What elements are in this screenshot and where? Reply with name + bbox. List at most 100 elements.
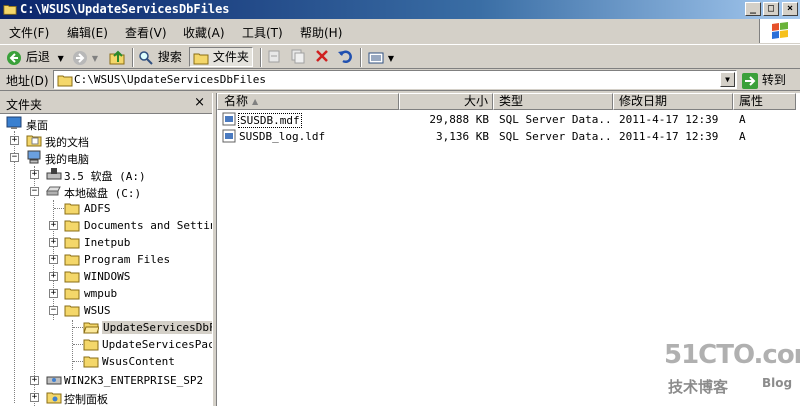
expand-plus-icon[interactable]: + [49, 221, 58, 230]
tree-item-control-panel[interactable]: + 控制面板 [0, 389, 212, 406]
folders-button[interactable]: 文件夹 [189, 47, 253, 67]
folder-icon [64, 237, 80, 249]
expand-plus-icon[interactable]: + [30, 170, 39, 179]
tree-item-inetpub[interactable]: + Inetpub [0, 234, 212, 251]
back-button[interactable]: 后退 ▼ [6, 48, 64, 66]
folder-tree: 桌面 + 我的文档 − 我的电脑 + 3.5 软盘 (A:) − 本地磁盘 (C… [0, 113, 212, 406]
copy-to-button[interactable] [290, 48, 306, 66]
column-header-name[interactable]: 名称 ▲ [217, 93, 399, 110]
tree-item-my-documents[interactable]: + 我的文档 [0, 132, 212, 149]
menu-file[interactable]: 文件(F) [9, 24, 49, 41]
tree-item-floppy[interactable]: + 3.5 软盘 (A:) [0, 166, 212, 183]
expand-plus-icon[interactable]: + [49, 289, 58, 298]
column-header-attributes[interactable]: 属性 [733, 93, 796, 110]
cd-drive-icon [46, 376, 62, 385]
back-dropdown-icon[interactable]: ▼ [58, 54, 64, 63]
go-button[interactable]: 转到 [742, 71, 786, 89]
my-documents-icon [26, 135, 42, 147]
tree-item-wmpub[interactable]: + wmpub [0, 285, 212, 302]
tree-label: 桌面 [26, 119, 48, 132]
delete-x-icon [316, 50, 328, 62]
file-name: SUSDB_log.ldf [239, 130, 326, 143]
move-to-button[interactable] [266, 48, 282, 66]
tree-label: 本地磁盘 (C:) [64, 187, 142, 200]
toolbar-separator [260, 48, 262, 67]
folder-icon [83, 339, 99, 351]
column-header-modified[interactable]: 修改日期 [613, 93, 733, 110]
undo-icon [338, 50, 352, 63]
menu-view[interactable]: 查看(V) [125, 24, 167, 41]
column-header-type[interactable]: 类型 [493, 93, 613, 110]
views-button[interactable]: ▼ [368, 48, 394, 66]
undo-button[interactable] [337, 48, 353, 66]
tree-label: 3.5 软盘 (A:) [64, 170, 146, 183]
file-type: SQL Server Data... [499, 130, 611, 143]
collapse-minus-icon[interactable]: − [49, 306, 58, 315]
folder-icon [64, 220, 80, 232]
tree-item-wsus[interactable]: − WSUS [0, 302, 212, 319]
sort-ascending-icon: ▲ [252, 97, 259, 106]
folder-icon [83, 356, 99, 368]
my-computer-icon [27, 150, 41, 164]
address-label: 地址(D) [6, 74, 49, 88]
tree-item-my-computer[interactable]: − 我的电脑 [0, 149, 212, 166]
tree-item-local-disk[interactable]: − 本地磁盘 (C:) [0, 183, 212, 200]
tree-item-desktop[interactable]: 桌面 [0, 115, 212, 132]
control-panel-icon [46, 392, 62, 404]
views-dropdown-icon[interactable]: ▼ [388, 54, 394, 63]
expand-plus-icon[interactable]: + [30, 376, 39, 385]
expand-plus-icon[interactable]: + [49, 255, 58, 264]
collapse-minus-icon[interactable]: − [10, 153, 19, 162]
tree-line [73, 361, 83, 362]
search-button[interactable]: 搜索 [138, 48, 182, 66]
tree-label: UpdateServicesDbFiles [102, 321, 212, 334]
tree-label: Inetpub [84, 236, 131, 249]
close-button[interactable]: × [782, 2, 798, 16]
tree-label: 我的文档 [45, 136, 89, 149]
delete-button[interactable] [314, 48, 330, 66]
menu-tools[interactable]: 工具(T) [242, 24, 283, 41]
tree-label: WIN2K3_ENTERPRISE_SP2 (D:) [64, 374, 212, 387]
file-attributes: A [739, 130, 746, 143]
file-row[interactable]: SUSDB_log.ldf 3,136 KB SQL Server Data..… [217, 128, 800, 145]
back-arrow-icon [7, 50, 21, 65]
tree-item-wsus-content[interactable]: WsusContent [0, 353, 212, 370]
tree-item-update-services-packages[interactable]: UpdateServicesPackages [0, 336, 212, 353]
tree-label: Program Files [84, 253, 171, 266]
menu-favorites[interactable]: 收藏(A) [183, 24, 225, 41]
tree-line [73, 327, 83, 328]
expand-plus-icon[interactable]: + [49, 238, 58, 247]
column-label: 修改日期 [619, 94, 668, 108]
folder-pane-close-button[interactable]: × [194, 95, 205, 110]
move-to-icon [268, 50, 280, 63]
expand-plus-icon[interactable]: + [10, 136, 19, 145]
tree-item-program-files[interactable]: + Program Files [0, 251, 212, 268]
window-title: C:\WSUS\UpdateServicesDbFiles [20, 2, 230, 16]
menu-help[interactable]: 帮助(H) [300, 24, 342, 41]
folder-icon [3, 5, 17, 15]
tree-item-cd-drive[interactable]: + WIN2K3_ENTERPRISE_SP2 (D:) [0, 372, 212, 389]
address-value: C:\WSUS\UpdateServicesDbFiles [74, 73, 267, 86]
tree-label: WSUS [84, 304, 111, 317]
expand-plus-icon[interactable]: + [30, 393, 39, 402]
windows-logo [759, 19, 800, 43]
tree-item-windows[interactable]: + WINDOWS [0, 268, 212, 285]
address-dropdown-button[interactable]: ▼ [720, 72, 735, 87]
menu-edit[interactable]: 编辑(E) [67, 24, 108, 41]
tree-item-documents-and-settings[interactable]: + Documents and Settings [0, 217, 212, 234]
column-header-size[interactable]: 大小 [399, 93, 493, 110]
minimize-button[interactable]: _ [745, 2, 761, 16]
forward-dropdown-icon[interactable]: ▼ [92, 54, 98, 63]
up-button[interactable] [108, 48, 126, 66]
maximize-button[interactable]: □ [763, 2, 779, 16]
back-label: 后退 [25, 50, 50, 64]
tree-item-adfs[interactable]: ADFS [0, 200, 212, 217]
address-input[interactable]: C:\WSUS\UpdateServicesDbFiles ▼ [53, 70, 737, 89]
file-row[interactable]: SUSDB.mdf 29,888 KB SQL Server Data... 2… [217, 111, 800, 128]
tree-item-update-services-db-files[interactable]: UpdateServicesDbFiles [0, 319, 212, 336]
tree-label: ADFS [84, 202, 111, 215]
title-bar[interactable]: C:\WSUS\UpdateServicesDbFiles _ □ × [0, 0, 800, 19]
forward-button[interactable]: ▼ [72, 48, 98, 66]
expand-plus-icon[interactable]: + [49, 272, 58, 281]
collapse-minus-icon[interactable]: − [30, 187, 39, 196]
